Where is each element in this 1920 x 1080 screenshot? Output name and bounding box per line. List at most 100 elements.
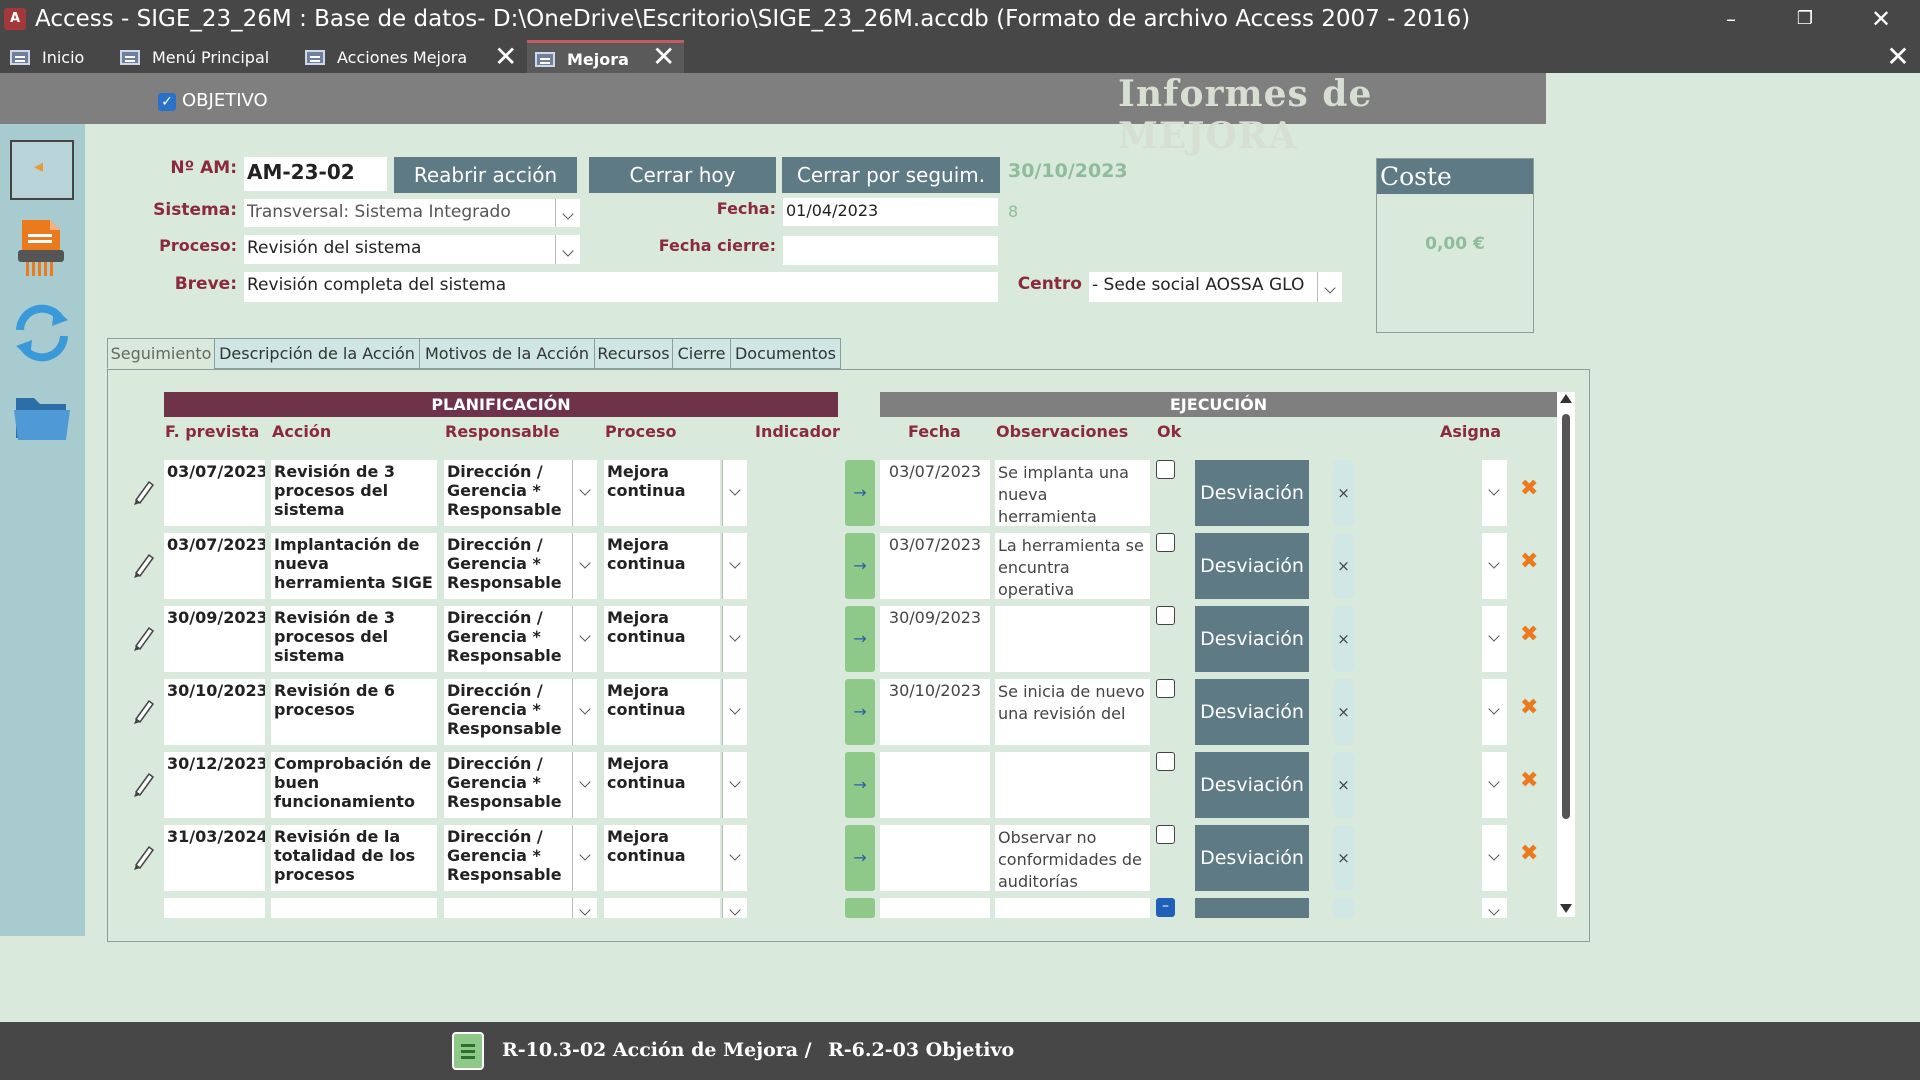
pencil-icon[interactable] (131, 476, 157, 506)
fecha-cierre-field[interactable] (783, 236, 998, 265)
tab-documentos[interactable]: Documentos (730, 338, 841, 369)
observaciones-cell[interactable]: Observar no conformidades de auditorías (995, 825, 1150, 891)
chevron-down-icon[interactable] (572, 533, 597, 599)
responsable-cell[interactable]: Dirección / Gerencia * Responsable (444, 533, 572, 599)
fecha-cell[interactable]: 30/09/2023 (880, 606, 990, 672)
desviacion-button[interactable]: Desviación (1195, 752, 1309, 818)
clear-icon[interactable]: × (1333, 460, 1354, 526)
tab-recursos[interactable]: Recursos (594, 338, 673, 369)
accion-cell[interactable]: Revisión de la totalidad de los procesos (271, 825, 437, 891)
ok-checkbox[interactable] (1156, 460, 1175, 479)
desviacion-button[interactable] (1195, 898, 1309, 918)
chevron-down-icon[interactable] (572, 460, 597, 526)
accion-cell[interactable]: Revisión de 6 procesos (271, 679, 437, 745)
cerrar-por-seguim-button[interactable]: Cerrar por seguim. (782, 157, 1000, 193)
restore-icon[interactable]: ❐ (1782, 4, 1828, 34)
arrow-right-icon[interactable]: → (845, 460, 875, 526)
arrow-right-icon[interactable]: → (845, 679, 875, 745)
responsable-cell[interactable]: Dirección / Gerencia * Responsable (444, 825, 572, 891)
chevron-down-icon[interactable] (555, 199, 580, 227)
f-prevista-cell[interactable]: 30/10/2023 (164, 679, 265, 745)
accion-cell[interactable] (271, 898, 437, 918)
pdf-document-icon[interactable] (10, 216, 74, 276)
arrow-right-icon[interactable]: → (845, 752, 875, 818)
desviacion-button[interactable]: Desviación (1195, 533, 1309, 599)
responsable-cell[interactable]: Dirección / Gerencia * Responsable (444, 752, 572, 818)
fecha-cell[interactable]: 30/10/2023 (880, 679, 990, 745)
clear-icon[interactable]: × (1333, 752, 1354, 818)
fecha-cell[interactable] (880, 752, 990, 818)
proceso-cell[interactable]: Mejora continua (604, 825, 720, 891)
observaciones-cell[interactable]: Se inicia de nuevo una revisión del (995, 679, 1150, 745)
minimize-icon[interactable]: – (1708, 4, 1754, 34)
proceso-cell[interactable]: Mejora continua (604, 606, 720, 672)
chevron-down-icon[interactable] (572, 679, 597, 745)
close-tab-icon[interactable]: ✕ (494, 40, 517, 73)
close-document-icon[interactable]: ✕ (1880, 40, 1916, 73)
observaciones-cell[interactable] (995, 752, 1150, 818)
tab-motivos-accion[interactable]: Motivos de la Acción (419, 338, 595, 369)
fecha-cell[interactable]: 03/07/2023 (880, 460, 990, 526)
responsable-cell[interactable]: Dirección / Gerencia * Responsable (444, 606, 572, 672)
proceso-cell[interactable]: Mejora continua (604, 752, 720, 818)
responsable-cell[interactable] (444, 898, 572, 918)
f-prevista-cell[interactable]: 03/07/2023 (164, 460, 265, 526)
chevron-down-icon[interactable] (722, 898, 747, 918)
delete-icon[interactable]: ✖ (1520, 695, 1538, 720)
chevron-down-icon[interactable] (1482, 460, 1507, 526)
chevron-down-icon[interactable] (722, 825, 747, 891)
chevron-down-icon[interactable] (1482, 752, 1507, 818)
scroll-thumb[interactable] (1562, 414, 1570, 819)
ok-checkbox[interactable] (1156, 752, 1175, 771)
arrow-right-icon[interactable]: → (845, 825, 875, 891)
ok-checkbox[interactable] (1156, 606, 1175, 625)
clear-icon[interactable] (1333, 898, 1354, 918)
close-tab-icon[interactable]: ✕ (652, 40, 675, 73)
pencil-icon[interactable] (131, 841, 157, 871)
clear-icon[interactable]: × (1333, 825, 1354, 891)
chevron-down-icon[interactable] (572, 825, 597, 891)
delete-icon[interactable]: ✖ (1520, 476, 1538, 501)
responsable-cell[interactable]: Dirección / Gerencia * Responsable (444, 460, 572, 526)
tab-cierre[interactable]: Cierre (672, 338, 731, 369)
cerrar-hoy-button[interactable]: Cerrar hoy (589, 157, 776, 193)
desviacion-button[interactable]: Desviación (1195, 679, 1309, 745)
chevron-down-icon[interactable] (1482, 825, 1507, 891)
proceso-cell[interactable]: Mejora continua (604, 460, 720, 526)
clear-icon[interactable]: × (1333, 533, 1354, 599)
objetivo-checkbox[interactable]: ✓ (158, 93, 176, 111)
observaciones-cell[interactable]: La herramienta se encuntra operativa (995, 533, 1150, 599)
chevron-down-icon[interactable] (722, 533, 747, 599)
fecha-field[interactable]: 01/04/2023 (783, 198, 998, 226)
fecha-cell[interactable]: 03/07/2023 (880, 533, 990, 599)
tab-seguimiento[interactable]: Seguimiento (107, 338, 215, 369)
proceso-cell[interactable] (604, 898, 720, 918)
chevron-down-icon[interactable] (722, 679, 747, 745)
chevron-down-icon[interactable] (722, 460, 747, 526)
accion-cell[interactable]: Comprobación de buen funcionamiento (271, 752, 437, 818)
chevron-down-icon[interactable] (1482, 606, 1507, 672)
desviacion-button[interactable]: Desviación (1195, 825, 1309, 891)
f-prevista-cell[interactable]: 30/12/2023 (164, 752, 265, 818)
ok-checkbox[interactable] (1156, 679, 1175, 698)
scroll-up-icon[interactable] (1560, 394, 1572, 403)
pencil-icon[interactable] (131, 622, 157, 652)
folder-icon[interactable] (10, 388, 74, 448)
n-am-field[interactable]: AM-23-02 (244, 157, 387, 191)
chevron-down-icon[interactable] (722, 606, 747, 672)
observaciones-cell[interactable]: Se implanta una nueva herramienta (995, 460, 1150, 526)
accion-cell[interactable]: Revisión de 3 procesos del sistema (271, 460, 437, 526)
proceso-cell[interactable]: Mejora continua (604, 533, 720, 599)
chevron-down-icon[interactable] (572, 752, 597, 818)
delete-icon[interactable]: ✖ (1520, 768, 1538, 793)
delete-icon[interactable]: ✖ (1520, 841, 1538, 866)
chevron-down-icon[interactable] (572, 898, 597, 918)
proceso-cell[interactable]: Mejora continua (604, 679, 720, 745)
chevron-down-icon[interactable] (1482, 679, 1507, 745)
scroll-down-icon[interactable] (1560, 904, 1572, 913)
arrow-right-icon[interactable]: → (845, 533, 875, 599)
arrow-right-icon[interactable] (845, 898, 875, 918)
chevron-down-icon[interactable] (1482, 898, 1507, 918)
desviacion-button[interactable]: Desviación (1195, 460, 1309, 526)
chevron-down-icon[interactable] (1317, 272, 1342, 302)
